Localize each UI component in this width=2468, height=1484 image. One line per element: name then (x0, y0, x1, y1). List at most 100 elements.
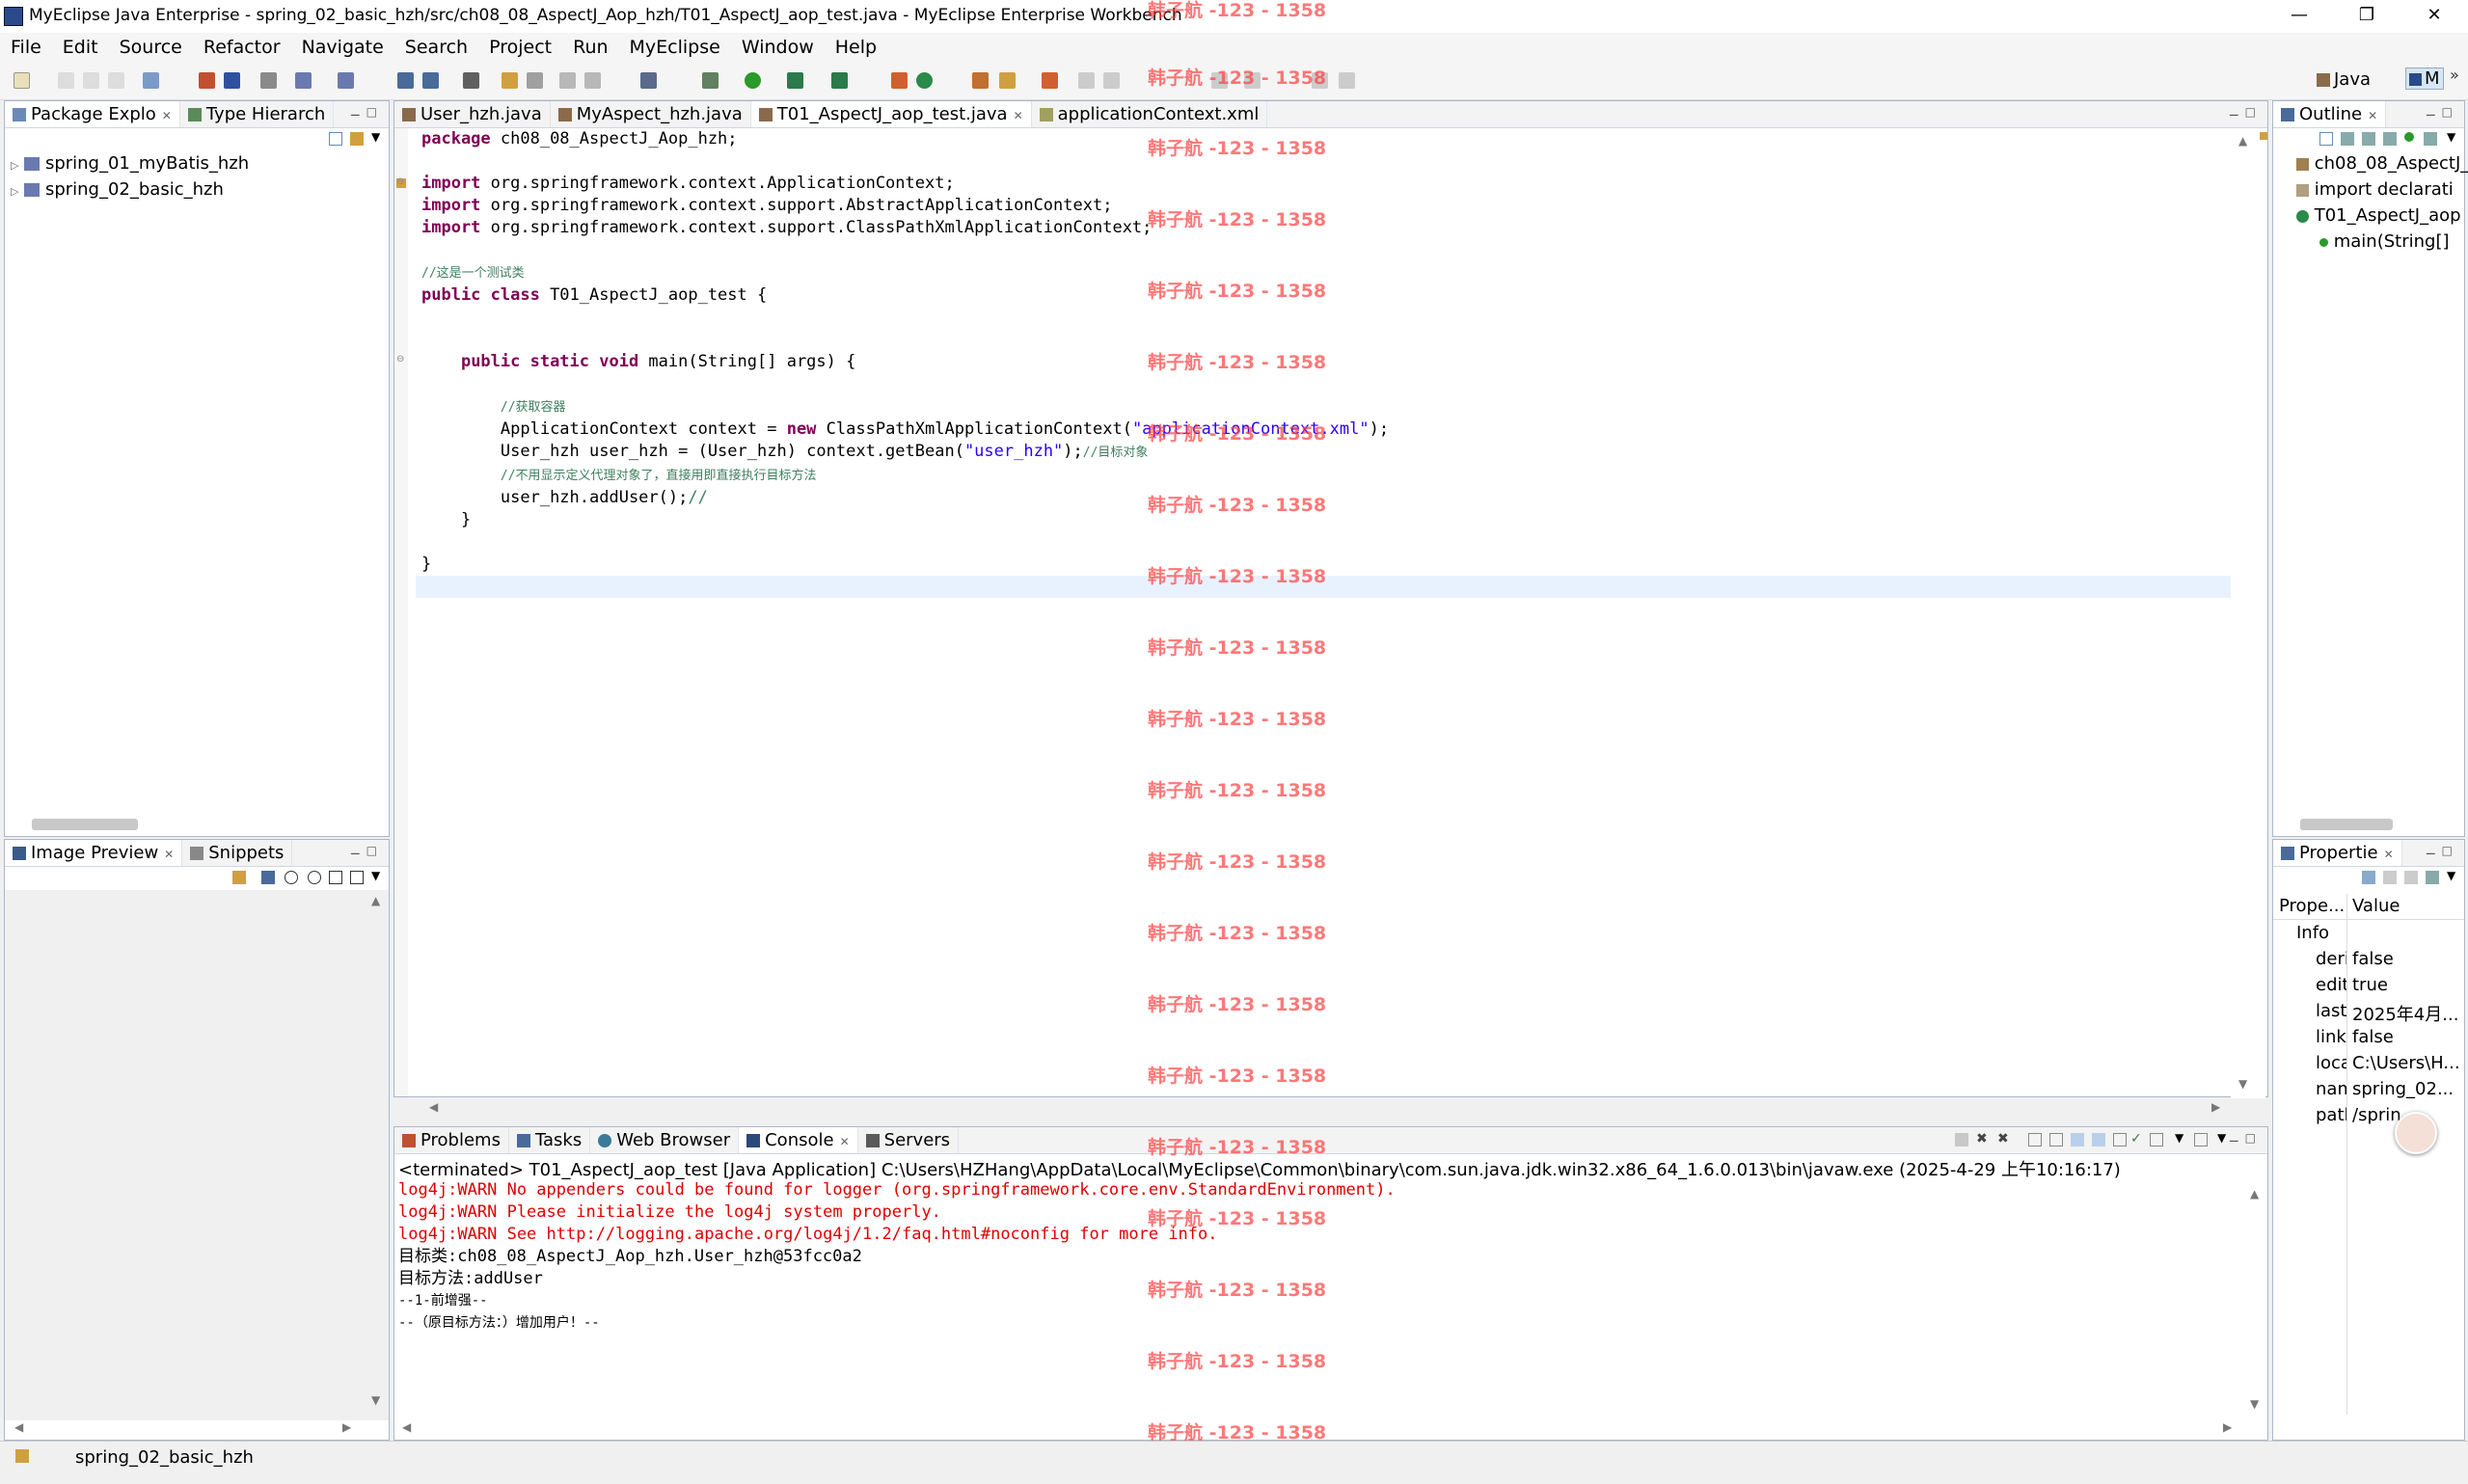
hide-static-icon[interactable] (2383, 132, 2397, 146)
minimize-maximize-icon[interactable]: ⚊□ (350, 105, 383, 119)
clear-console-icon[interactable] (2028, 1133, 2042, 1147)
scroll-left-icon[interactable]: ◀ (14, 1420, 23, 1434)
editor-vertical-scrollbar[interactable] (2231, 130, 2265, 1098)
outline-item-method[interactable]: main(String[] (2319, 231, 2450, 252)
forward-icon[interactable] (1244, 72, 1261, 89)
tab-servers[interactable]: Servers (858, 1127, 960, 1153)
scroll-right-icon[interactable]: ▶ (342, 1420, 351, 1434)
format-icon[interactable] (559, 72, 576, 89)
next-annotation-icon[interactable] (1042, 72, 1058, 89)
run-icon[interactable] (745, 72, 761, 89)
remove-all-icon[interactable]: ✖ (1997, 1131, 2009, 1147)
new-interface-icon[interactable] (916, 72, 933, 89)
run-server-icon[interactable] (787, 72, 803, 89)
menu-window[interactable]: Window (731, 33, 825, 62)
browser-icon[interactable] (260, 72, 277, 89)
tab-package-explorer[interactable]: Package Explo ✕ (5, 101, 180, 127)
sort-icon[interactable] (2341, 132, 2354, 146)
scroll-down-icon[interactable]: ▼ (2250, 1397, 2259, 1411)
deploy-icon[interactable] (199, 72, 215, 89)
fold-icon[interactable]: ⊖ (396, 176, 404, 187)
tab-web-browser[interactable]: Web Browser (590, 1127, 740, 1153)
minimize-maximize-icon[interactable]: ⚊□ (2229, 1131, 2262, 1145)
menu-file[interactable]: File (0, 33, 52, 62)
view-menu-icon[interactable]: ▼ (2447, 869, 2455, 882)
tab-myaspect-hzh[interactable]: MyAspect_hzh.java (551, 101, 751, 127)
minimize-button[interactable]: — (2270, 0, 2328, 33)
tab-outline[interactable]: Outline ✕ (2273, 101, 2387, 127)
horizontal-scrollbar[interactable] (2300, 819, 2393, 830)
close-icon[interactable]: ✕ (840, 1135, 850, 1148)
new-icon[interactable] (14, 72, 30, 89)
scroll-down-icon[interactable]: ▼ (371, 1393, 380, 1407)
scroll-right-icon[interactable]: ▶ (2223, 1420, 2232, 1434)
show-stdout-icon[interactable] (2071, 1133, 2084, 1147)
column-value[interactable]: Value (2352, 896, 2400, 916)
tab-snippets[interactable]: Snippets (182, 840, 293, 866)
expand-icon[interactable]: ▷ (11, 185, 18, 198)
open-console-icon[interactable] (2194, 1133, 2208, 1147)
menu-source[interactable]: Source (109, 33, 193, 62)
close-icon[interactable]: ✕ (1014, 109, 1023, 122)
fold-icon[interactable]: ⊖ (396, 354, 404, 364)
minimize-maximize-icon[interactable]: ⚊□ (2426, 844, 2458, 857)
tree-item-project[interactable]: ▷ spring_02_basic_hzh (11, 179, 224, 200)
remove-launch-icon[interactable]: ✖ (1976, 1131, 1988, 1147)
new-class-icon[interactable] (891, 72, 908, 89)
actual-size-icon[interactable] (329, 871, 342, 884)
tree-item-project[interactable]: ▷ spring_01_myBatis_hzh (11, 153, 249, 174)
collapse-all-icon[interactable] (329, 132, 342, 146)
show-advanced-icon[interactable] (2383, 871, 2397, 884)
group-info[interactable]: Info (2296, 923, 2329, 943)
tab-console[interactable]: Console ✕ (739, 1127, 858, 1153)
server-icon[interactable] (224, 72, 240, 89)
menu-search[interactable]: Search (394, 33, 478, 62)
new-server-icon[interactable] (143, 72, 159, 89)
tab-tasks[interactable]: Tasks (509, 1127, 591, 1153)
tab-image-preview[interactable]: Image Preview ✕ (5, 840, 183, 866)
close-button[interactable]: ✕ (2405, 0, 2463, 33)
scroll-left-icon[interactable]: ◀ (402, 1420, 411, 1434)
avatar[interactable] (2395, 1112, 2437, 1154)
close-icon[interactable]: ✕ (162, 109, 172, 122)
menu-navigate[interactable]: Navigate (291, 33, 394, 62)
tab-properties[interactable]: Propertie ✕ (2273, 840, 2402, 866)
scroll-lock-icon[interactable] (2049, 1133, 2063, 1147)
scroll-up-icon[interactable]: ▲ (2238, 134, 2247, 148)
perspective-myeclipse[interactable]: M (2405, 67, 2444, 90)
menu-help[interactable]: Help (825, 33, 887, 62)
open-type-icon[interactable] (463, 72, 479, 89)
collapse-all-icon[interactable] (2319, 132, 2333, 146)
view-menu-icon[interactable]: ▼ (2447, 130, 2455, 144)
horizontal-scrollbar[interactable] (32, 819, 138, 830)
pin-icon[interactable] (1103, 72, 1120, 89)
show-stderr-icon[interactable] (2092, 1133, 2105, 1147)
last-edit-icon[interactable] (1312, 72, 1328, 89)
scroll-right-icon[interactable]: ▶ (2211, 1100, 2220, 1114)
column-property[interactable]: Prope... (2279, 896, 2345, 916)
scroll-up-icon[interactable]: ▲ (371, 894, 380, 907)
edit-icon[interactable] (999, 72, 1016, 89)
expand-icon[interactable]: ▷ (11, 159, 18, 172)
save-all-icon[interactable] (83, 72, 99, 89)
search-web-icon[interactable] (338, 72, 354, 89)
selected-project[interactable]: spring_02_basic_hzh (24, 179, 224, 200)
menu-project[interactable]: Project (478, 33, 562, 62)
scroll-left-icon[interactable]: ◀ (429, 1100, 438, 1114)
zoom-in-icon[interactable] (308, 871, 321, 884)
outline-item-package[interactable]: ch08_08_AspectJ_Aop_hzh (2296, 153, 2468, 174)
hide-nonpublic-icon[interactable] (2404, 132, 2414, 142)
pin-selection-icon[interactable] (2426, 871, 2439, 884)
code-area[interactable]: package ch08_08_AspectJ_Aop_hzh; import … (421, 128, 1389, 576)
next-edit-icon[interactable] (1339, 72, 1355, 89)
save-icon[interactable] (58, 72, 74, 89)
new-project-icon[interactable] (397, 72, 414, 89)
open-folder-icon[interactable] (502, 72, 518, 89)
display-console-icon[interactable] (2150, 1133, 2163, 1147)
tab-user-hzh[interactable]: User_hzh.java (394, 101, 551, 127)
display-dropdown-icon[interactable]: ▼ (2175, 1131, 2183, 1145)
close-icon[interactable]: ✕ (2368, 109, 2377, 122)
menu-edit[interactable]: Edit (52, 33, 109, 62)
external-tools-icon[interactable] (831, 72, 848, 89)
menu-refactor[interactable]: Refactor (193, 33, 291, 62)
